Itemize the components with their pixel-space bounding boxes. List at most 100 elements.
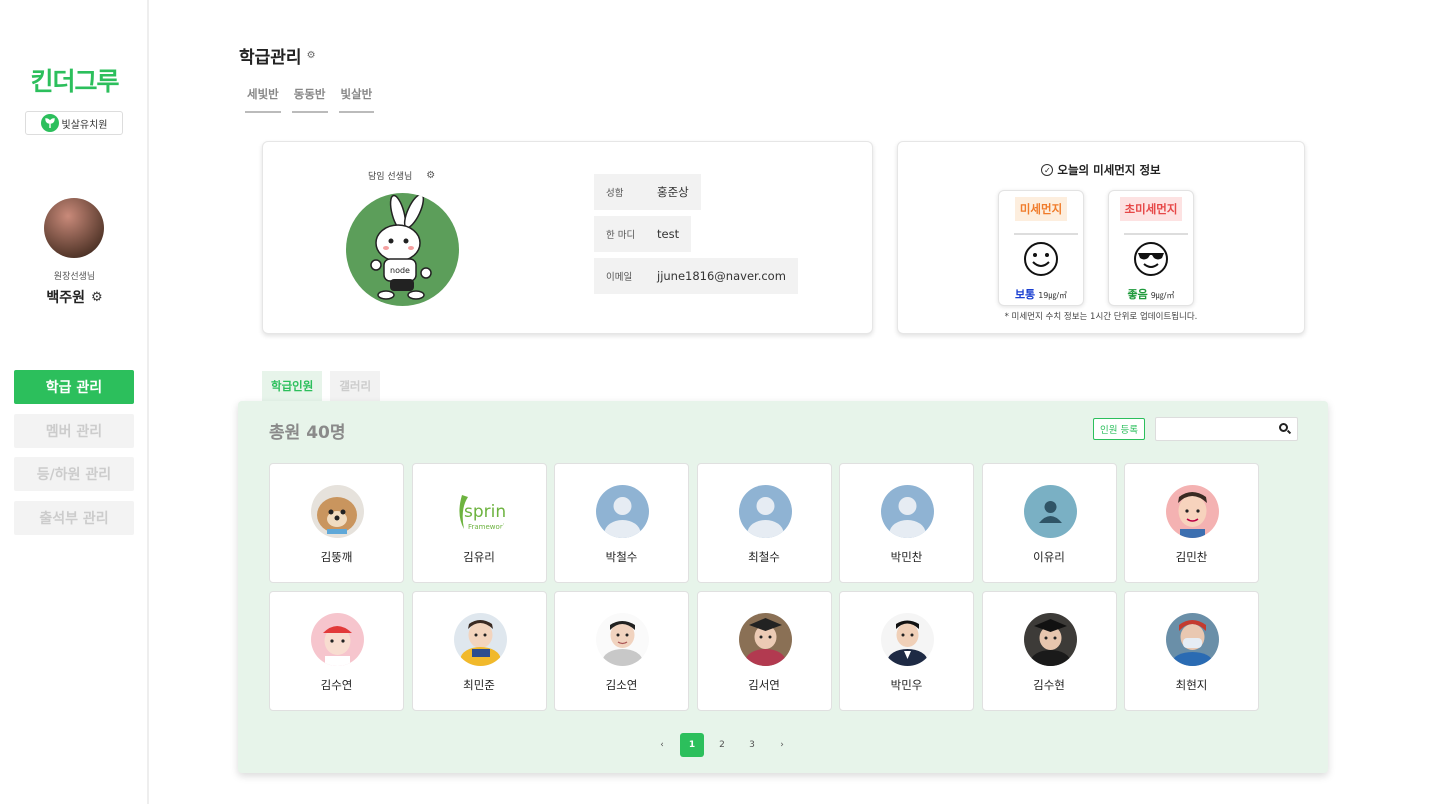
dust-card: ✓ 오늘의 미세먼지 정보 미세먼지 보통 19㎍/㎥ 초미세먼지 좋음 9㎍/㎥ … xyxy=(897,141,1305,334)
member-name: 김뚱깨 xyxy=(320,550,353,564)
member-photo xyxy=(453,613,507,666)
teacher-info-value: jjune1816@naver.com xyxy=(657,269,786,283)
member-photo xyxy=(311,613,364,666)
dust-title: 오늘의 미세먼지 정보 xyxy=(1057,163,1161,177)
teacher-info-row: 한 마디 test xyxy=(594,216,692,252)
gear-icon[interactable]: ⚙ xyxy=(426,170,435,181)
dust-title-row: ✓ 오늘의 미세먼지 정보 xyxy=(898,162,1304,178)
pm25-box: 초미세먼지 좋음 9㎍/㎥ xyxy=(1108,190,1194,306)
member-card[interactable]: 최현지 xyxy=(1124,591,1259,711)
divider xyxy=(1124,233,1188,235)
member-photo xyxy=(1166,613,1219,666)
member-name: 박민우 xyxy=(890,678,923,692)
search-input[interactable] xyxy=(1156,419,1271,442)
pm25-value: 9㎍/㎥ xyxy=(1150,291,1175,300)
class-tabs: 세빛반 동동반 빛살반 xyxy=(245,86,375,113)
member-name: 박민찬 xyxy=(890,550,923,564)
teacher-info-row: 이메일 jjune1816@naver.com xyxy=(594,258,798,294)
pm10-grade: 보통 xyxy=(1014,288,1036,301)
next-page-button[interactable]: › xyxy=(770,733,794,757)
sprout-icon xyxy=(40,114,59,132)
nav-attendance-inout[interactable]: 등/하원 관리 xyxy=(14,457,134,491)
member-photo xyxy=(596,613,649,666)
user-role: 원장선생님 xyxy=(53,272,96,282)
sidebar: 킨더그루 빛살유치원 원장선생님 백주원 ⚙ 학급 관리 멤버 관리 등/하원 … xyxy=(0,0,149,804)
member-name: 이유리 xyxy=(1033,550,1065,564)
svg-text:node: node xyxy=(390,266,410,275)
prev-page-button[interactable]: ‹ xyxy=(650,733,674,757)
member-name: 최현지 xyxy=(1175,678,1208,692)
teacher-info-key: 한 마디 xyxy=(606,230,636,241)
pm25-label: 초미세먼지 xyxy=(1119,197,1183,221)
nav-class-management[interactable]: 학급 관리 xyxy=(14,370,134,404)
member-card[interactable]: 박민찬 xyxy=(839,463,974,583)
member-photo xyxy=(1023,485,1077,538)
teacher-info: 성함 홍준상 한 마디 test 이메일 jjune1816@naver.com xyxy=(594,174,798,300)
member-name: 최철수 xyxy=(748,550,780,564)
page-title: 학급관리 ⚙ xyxy=(239,43,316,68)
teacher-info-row: 성함 홍준상 xyxy=(594,174,701,210)
member-name: 김서연 xyxy=(748,678,780,692)
teacher-label: 담임 선생님 xyxy=(368,172,413,182)
gear-icon[interactable]: ⚙ xyxy=(307,50,316,61)
page-button[interactable]: 2 xyxy=(710,733,734,757)
member-total: 총원 40명 xyxy=(269,423,346,443)
member-name: 김소연 xyxy=(605,678,638,692)
teacher-info-key: 이메일 xyxy=(606,272,633,283)
sidebar-nav: 학급 관리 멤버 관리 등/하원 관리 출석부 관리 xyxy=(14,370,134,544)
member-card[interactable]: springFramework 김유리 xyxy=(411,463,547,583)
smiley-face-icon xyxy=(1024,242,1058,276)
member-card[interactable]: 김민찬 xyxy=(1124,463,1259,583)
app-logo[interactable]: 킨더그루 xyxy=(0,62,149,98)
page-button[interactable]: 1 xyxy=(680,733,704,757)
member-name: 박철수 xyxy=(605,550,638,564)
pm10-value: 19㎍/㎥ xyxy=(1038,291,1068,300)
nav-attendance-book[interactable]: 출석부 관리 xyxy=(14,500,134,535)
member-photo xyxy=(1023,613,1077,666)
dust-note: * 미세먼지 수치 정보는 1시간 단위로 업데이트됩니다. xyxy=(1004,312,1198,322)
divider xyxy=(1014,233,1078,235)
pm10-label: 미세먼지 xyxy=(1014,197,1068,221)
search-box xyxy=(1155,417,1298,442)
page-title-text: 학급관리 xyxy=(239,48,302,68)
member-card[interactable]: 김뚱깨 xyxy=(269,463,404,583)
teacher-info-value: test xyxy=(657,227,680,241)
member-card[interactable]: 이유리 xyxy=(981,463,1117,583)
gear-icon[interactable]: ⚙ xyxy=(91,290,103,305)
member-name: 최민준 xyxy=(463,678,495,692)
member-name: 김수연 xyxy=(320,678,353,692)
tab-class-members[interactable]: 학급인원 xyxy=(262,371,323,401)
user-name: 백주원 xyxy=(46,290,85,306)
member-photo xyxy=(881,485,934,538)
member-photo xyxy=(738,485,792,538)
member-photo xyxy=(311,485,364,538)
nav-member-management[interactable]: 멤버 관리 xyxy=(14,413,134,448)
member-card[interactable]: 김소연 xyxy=(554,591,689,711)
member-card[interactable]: 김수연 xyxy=(269,591,404,711)
tab-class-1[interactable]: 세빛반 xyxy=(245,86,281,113)
teacher-info-key: 성함 xyxy=(606,188,624,199)
user-name-row: 백주원 ⚙ xyxy=(0,287,149,307)
tab-gallery[interactable]: 갤러리 xyxy=(330,371,381,401)
search-icon[interactable] xyxy=(1279,423,1288,432)
teacher-card: 담임 선생님 ⚙ node 성함 홍준상 한 마디 test 이메일 jjune… xyxy=(262,141,873,334)
member-card[interactable]: 박민우 xyxy=(839,591,974,711)
pm25-grade-row: 좋음 9㎍/㎥ xyxy=(1109,286,1193,302)
member-card[interactable]: 최철수 xyxy=(696,463,832,583)
member-card[interactable]: 김서연 xyxy=(696,591,832,711)
member-card[interactable]: 최민준 xyxy=(411,591,547,711)
register-member-button[interactable]: 인원 등록 xyxy=(1093,418,1145,440)
teacher-info-value: 홍준상 xyxy=(657,185,689,199)
tab-class-3[interactable]: 빛살반 xyxy=(338,86,375,113)
member-photo xyxy=(1166,485,1219,538)
school-name: 빛살유치원 xyxy=(61,119,108,131)
member-photo xyxy=(596,485,649,538)
tab-class-2[interactable]: 동동반 xyxy=(291,86,328,113)
school-badge[interactable]: 빛살유치원 xyxy=(25,111,123,135)
member-name: 김민찬 xyxy=(1175,550,1208,564)
member-photo xyxy=(881,613,934,666)
member-card[interactable]: 박철수 xyxy=(554,463,689,583)
check-circle-icon: ✓ xyxy=(1041,164,1054,176)
member-card[interactable]: 김수현 xyxy=(981,591,1117,711)
page-button[interactable]: 3 xyxy=(740,733,764,757)
